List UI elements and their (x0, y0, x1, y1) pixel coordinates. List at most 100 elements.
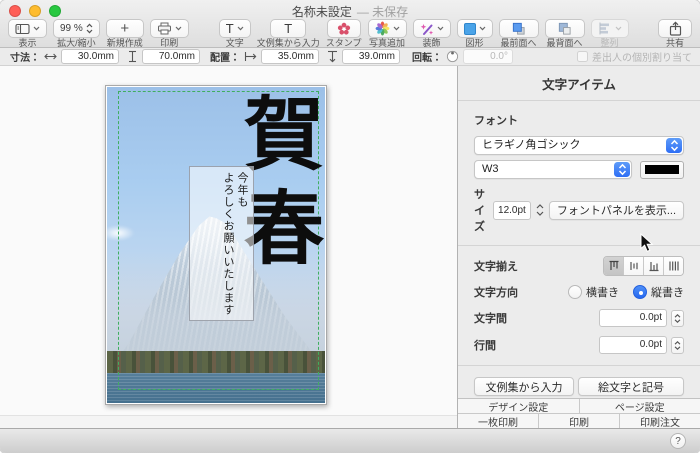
page-settings-button[interactable]: ページ設定 (578, 399, 700, 414)
popup-stepper-icon (614, 162, 630, 177)
font-family-select[interactable]: ヒラギノ角ゴシック (474, 136, 684, 155)
greeting-line-2: よろしくお願いいたします (222, 172, 234, 316)
phrase-collection-button[interactable]: 文例集から入力 (474, 377, 574, 396)
toolbar-shapes-button[interactable]: 図形 (456, 19, 493, 48)
rotation-label: 回転： (412, 53, 442, 64)
inspector-title: 文字アイテム (542, 78, 616, 92)
shape-square-icon (463, 22, 476, 35)
toolbar-zoom-stepper[interactable]: 99 % 拡大/縮小 (53, 19, 100, 48)
send-to-back-icon (558, 22, 571, 35)
text-color-well[interactable] (640, 160, 684, 179)
line-spacing-stepper[interactable] (671, 336, 684, 354)
char-spacing-label: 文字間 (474, 313, 507, 325)
position-x-field[interactable]: 35.0mm (261, 49, 319, 64)
align-center-icon (629, 262, 638, 270)
toolbar-send-back-button[interactable]: 最背面へ (544, 19, 585, 48)
print-one-button[interactable]: 一枚印刷 (458, 414, 538, 429)
height-icon (129, 50, 136, 63)
toolbar-text-button[interactable]: T 文字 (218, 19, 251, 48)
position-label: 配置： (210, 53, 240, 64)
toolbar-stamp-button[interactable]: スタンプ (326, 19, 362, 48)
align-top-icon (609, 260, 618, 270)
chevron-down-icon (237, 26, 244, 31)
align-center-segment[interactable] (623, 257, 643, 275)
cloud (107, 225, 135, 241)
align-justify-segment[interactable] (663, 257, 683, 275)
width-field[interactable]: 30.0mm (61, 49, 119, 64)
chevron-down-icon (393, 26, 399, 31)
position-y-field[interactable]: 39.0mm (342, 49, 400, 64)
toolbar-decorate-button[interactable]: 装飾 (412, 19, 451, 48)
radio-on-icon (633, 285, 647, 299)
position-x-icon (244, 52, 257, 61)
toolbar-bring-front-button[interactable]: 最前面へ (498, 19, 539, 48)
font-weight-select[interactable]: W3 (474, 160, 632, 179)
sender-assign-checkbox: 差出人の個別割り当て (577, 49, 692, 64)
print-order-button[interactable]: 印刷注文 (619, 414, 700, 429)
line-spacing-label: 行間 (474, 340, 496, 352)
greeting-line-1: 今年も (236, 172, 248, 208)
height-field[interactable]: 70.0mm (142, 49, 200, 64)
toolbar-align-button: 整列 (590, 19, 629, 48)
font-panel-button[interactable]: フォントパネルを表示... (548, 200, 684, 220)
align-bottom-segment[interactable] (643, 257, 663, 275)
text-icon: T (225, 21, 234, 36)
photos-pinwheel-icon (375, 21, 389, 36)
chevron-down-icon (33, 26, 40, 31)
font-section-label: フォント (474, 115, 518, 127)
color-swatch (645, 165, 679, 174)
chevron-down-icon (479, 26, 485, 31)
radio-off-icon (568, 285, 582, 299)
char-spacing-stepper[interactable] (671, 309, 684, 327)
font-size-field[interactable]: 12.0pt (493, 200, 531, 220)
chevron-down-icon (437, 26, 443, 31)
width-icon (44, 53, 57, 60)
printer-icon (157, 22, 171, 35)
stamp-flower-icon (337, 22, 350, 35)
bottom-action-grid: デザイン設定 ページ設定 一枚印刷 印刷 印刷注文 (458, 398, 700, 429)
main-area: 賀春 今年も よろしくお願いいたします 文字アイテム フォント ヒラギノ角ゴシッ… (0, 66, 700, 429)
greeting-text-item[interactable]: 今年も よろしくお願いいたします (189, 166, 254, 321)
print-button[interactable]: 印刷 (538, 414, 619, 429)
canvas-area[interactable]: 賀春 今年も よろしくお願いいたします (0, 66, 457, 428)
divider (458, 100, 700, 101)
toolbar-new-button[interactable]: + 新規作成 (105, 19, 144, 48)
window-title: 名称未設定 — 未保存 (291, 5, 409, 19)
text-item-inspector: 文字アイテム フォント ヒラギノ角ゴシック W3 サイズ 12.0pt フォント… (457, 66, 700, 429)
align-top-segment[interactable] (604, 257, 623, 275)
size-label: サイズ (474, 189, 485, 233)
status-bar: ? (0, 428, 700, 453)
toolbar-view-button[interactable]: 表示 (8, 19, 47, 48)
direction-vertical-option[interactable]: 縦書き (633, 284, 684, 300)
format-bar: 寸法： 30.0mm 70.0mm 配置： 35.0mm 39.0mm 回転： … (0, 48, 700, 66)
view-icon (15, 23, 30, 34)
help-button[interactable]: ? (670, 433, 686, 449)
align-bottom-icon (649, 262, 658, 272)
postcard-canvas[interactable]: 賀春 今年も よろしくお願いいたします (105, 85, 327, 405)
direction-horizontal-option[interactable]: 横書き (568, 284, 619, 300)
rotation-dial-icon[interactable] (446, 50, 459, 63)
toolbar: 表示 99 % 拡大/縮小 + 新規作成 印刷 T 文字 T 文例集から入力 ス… (0, 19, 700, 48)
toolbar-photos-button[interactable]: 写真追加 (367, 19, 407, 48)
toolbar-share-button[interactable]: 共有 (658, 19, 692, 48)
titlebar: 名称未設定 — 未保存 表示 99 % 拡大/縮小 + 新規作成 印刷 T 文字… (0, 0, 700, 48)
align-label: 文字揃え (474, 261, 518, 273)
toolbar-print-button[interactable]: 印刷 (149, 19, 189, 48)
position-y-icon (328, 50, 337, 63)
align-icon (599, 22, 609, 35)
emoji-symbols-button[interactable]: 絵文字と記号 (578, 377, 684, 396)
canvas-bottom-gutter (0, 415, 457, 428)
rotation-field: 0.0° (463, 49, 513, 64)
size-label: 寸法： (10, 53, 40, 64)
align-justify-icon (668, 261, 679, 271)
toolbar-phrases-button[interactable]: T 文例集から入力 (257, 19, 320, 48)
design-settings-button[interactable]: デザイン設定 (458, 399, 579, 414)
line-spacing-field[interactable]: 0.0pt (599, 336, 667, 354)
bring-to-front-icon (512, 22, 525, 35)
popup-stepper-icon (666, 138, 682, 153)
plus-icon: + (120, 20, 130, 37)
font-size-stepper[interactable] (536, 202, 544, 219)
divider (458, 245, 700, 246)
char-spacing-field[interactable]: 0.0pt (599, 309, 667, 327)
zoom-value: 99 % (60, 23, 83, 34)
